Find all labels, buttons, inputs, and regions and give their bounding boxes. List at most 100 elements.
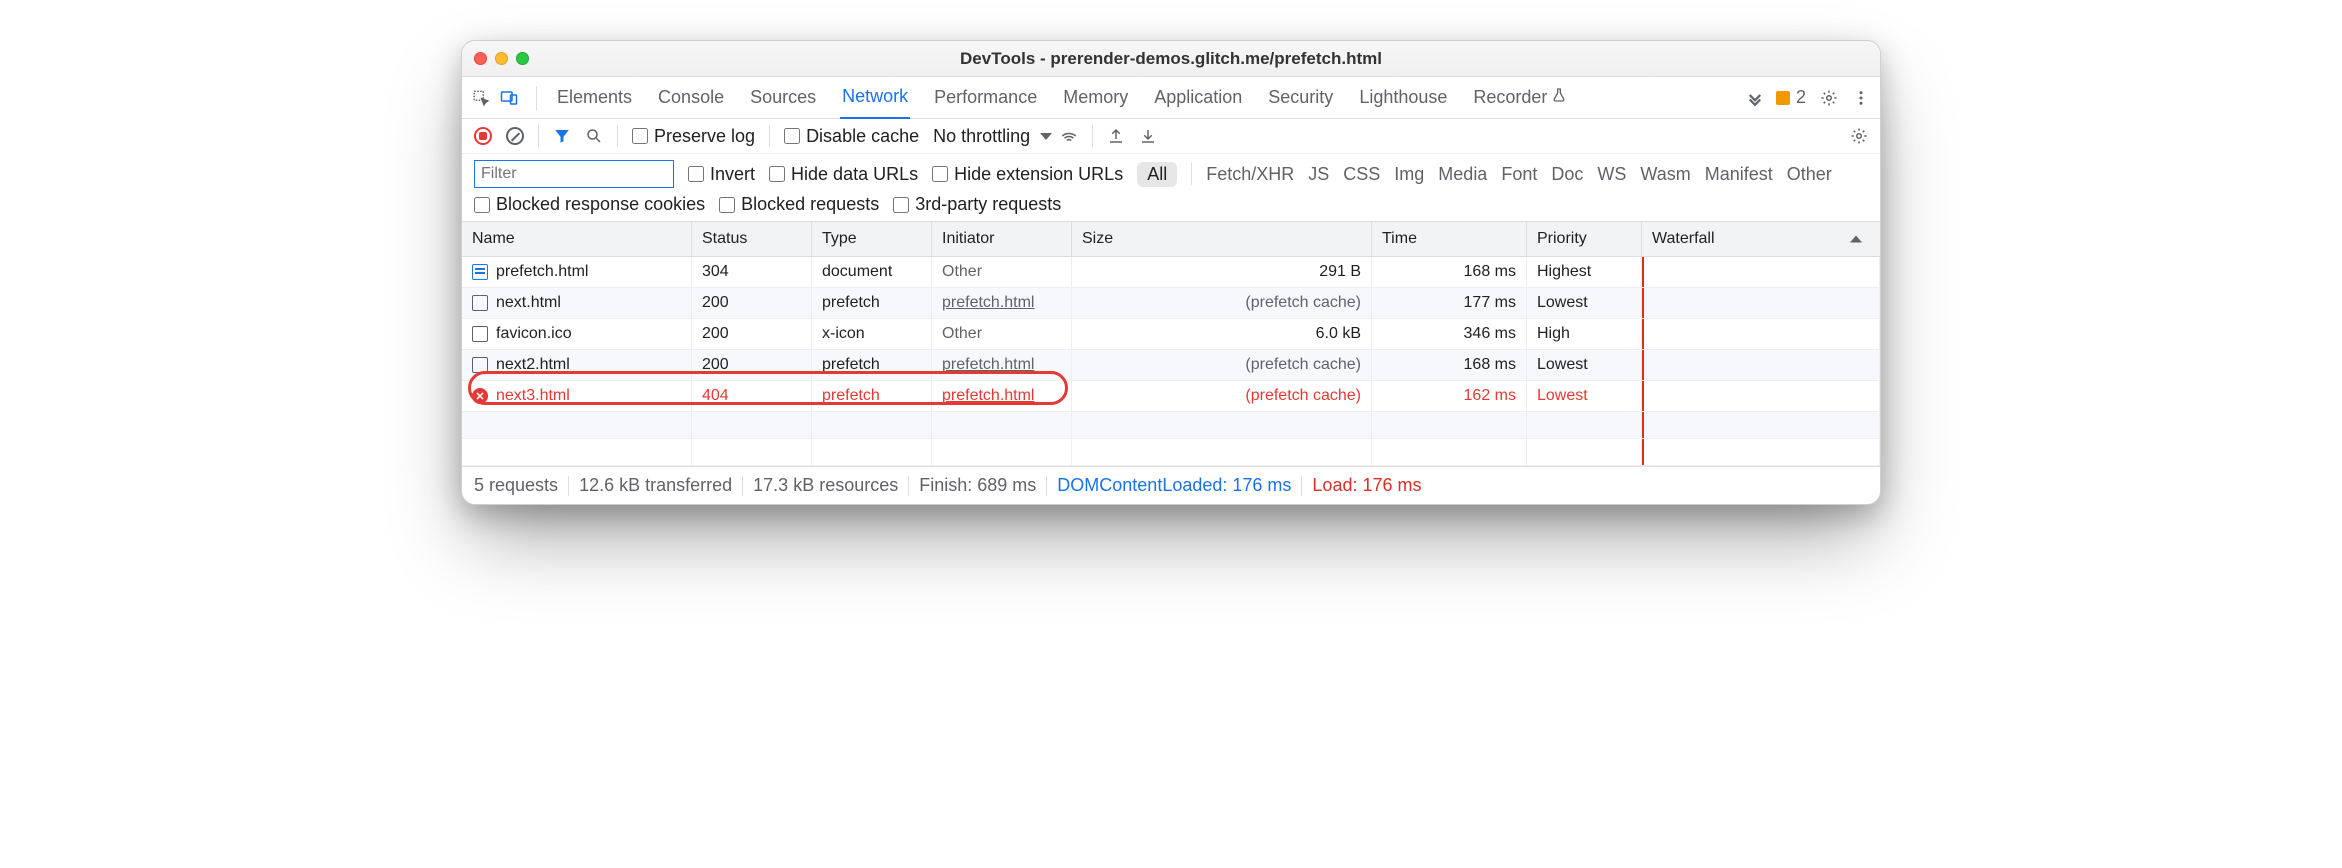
maximize-window[interactable] bbox=[516, 52, 529, 65]
cell-type: prefetch bbox=[812, 288, 932, 318]
status-bar: 5 requests 12.6 kB transferred 17.3 kB r… bbox=[462, 466, 1880, 504]
cell-type: prefetch bbox=[812, 350, 932, 380]
panel-tabs-bar: Elements Console Sources Network Performance… bbox=[462, 77, 1880, 119]
col-status[interactable]: Status bbox=[692, 222, 812, 256]
cell-initiator: Other bbox=[932, 257, 1072, 287]
throttling-select[interactable]: No throttling bbox=[933, 126, 1052, 147]
table-row[interactable]: next2.html200prefetchprefetch.html(prefe… bbox=[462, 350, 1880, 381]
transferred-size: 12.6 kB transferred bbox=[579, 475, 732, 496]
cell-initiator: Other bbox=[932, 319, 1072, 349]
cell-status: 200 bbox=[692, 350, 812, 380]
blocked-requests-checkbox[interactable]: Blocked requests bbox=[719, 194, 879, 215]
resources-size: 17.3 kB resources bbox=[753, 475, 898, 496]
col-initiator[interactable]: Initiator bbox=[932, 222, 1072, 256]
cell-size: (prefetch cache) bbox=[1072, 288, 1372, 318]
disable-cache-checkbox[interactable]: Disable cache bbox=[784, 126, 919, 147]
filter-type-js[interactable]: JS bbox=[1308, 164, 1329, 185]
device-toolbar-icon[interactable] bbox=[500, 89, 518, 107]
settings-icon[interactable] bbox=[1820, 89, 1838, 107]
upload-har-icon[interactable] bbox=[1107, 127, 1125, 145]
tab-sources[interactable]: Sources bbox=[748, 77, 818, 118]
filter-type-media[interactable]: Media bbox=[1438, 164, 1487, 185]
hide-data-urls-checkbox[interactable]: Hide data URLs bbox=[769, 164, 918, 185]
table-row-empty bbox=[462, 439, 1880, 466]
filter-type-manifest[interactable]: Manifest bbox=[1705, 164, 1773, 185]
tab-elements[interactable]: Elements bbox=[555, 77, 634, 118]
filter-type-font[interactable]: Font bbox=[1501, 164, 1537, 185]
filter-toggle-icon[interactable] bbox=[553, 127, 571, 145]
cell-priority: Lowest bbox=[1527, 350, 1642, 380]
minimize-window[interactable] bbox=[495, 52, 508, 65]
filter-type-wasm[interactable]: Wasm bbox=[1640, 164, 1690, 185]
cell-time: 346 ms bbox=[1372, 319, 1527, 349]
cell-type: prefetch bbox=[812, 381, 932, 411]
clear-button[interactable] bbox=[506, 127, 524, 145]
tab-performance[interactable]: Performance bbox=[932, 77, 1039, 118]
hide-extension-urls-checkbox[interactable]: Hide extension URLs bbox=[932, 164, 1123, 185]
issues-indicator[interactable]: 2 bbox=[1776, 87, 1806, 108]
col-type[interactable]: Type bbox=[812, 222, 932, 256]
col-waterfall[interactable]: Waterfall bbox=[1642, 222, 1880, 256]
filter-type-all[interactable]: All bbox=[1137, 162, 1177, 187]
record-button[interactable] bbox=[474, 127, 492, 145]
tab-network[interactable]: Network bbox=[840, 76, 910, 119]
filter-type-ws[interactable]: WS bbox=[1597, 164, 1626, 185]
cell-initiator[interactable]: prefetch.html bbox=[932, 350, 1072, 380]
tab-console[interactable]: Console bbox=[656, 77, 726, 118]
tab-application[interactable]: Application bbox=[1152, 77, 1244, 118]
preserve-log-checkbox[interactable]: Preserve log bbox=[632, 126, 755, 147]
cell-initiator[interactable]: prefetch.html bbox=[932, 288, 1072, 318]
cell-initiator[interactable]: prefetch.html bbox=[932, 381, 1072, 411]
kebab-menu-icon[interactable] bbox=[1852, 89, 1870, 107]
cell-waterfall bbox=[1642, 350, 1880, 380]
filter-type-fetch-xhr[interactable]: Fetch/XHR bbox=[1206, 164, 1294, 185]
cell-status: 304 bbox=[692, 257, 812, 287]
table-header[interactable]: Name Status Type Initiator Size Time Pri… bbox=[462, 222, 1880, 257]
filter-type-other[interactable]: Other bbox=[1787, 164, 1832, 185]
cell-priority: Lowest bbox=[1527, 288, 1642, 318]
blocked-cookies-checkbox[interactable]: Blocked response cookies bbox=[474, 194, 705, 215]
network-settings-icon[interactable] bbox=[1850, 127, 1868, 145]
tab-recorder[interactable]: Recorder bbox=[1471, 77, 1569, 118]
cell-status: 200 bbox=[692, 288, 812, 318]
cell-waterfall bbox=[1642, 257, 1880, 287]
network-conditions-icon[interactable] bbox=[1060, 127, 1078, 145]
third-party-checkbox[interactable]: 3rd-party requests bbox=[893, 194, 1061, 215]
col-priority[interactable]: Priority bbox=[1527, 222, 1642, 256]
table-row[interactable]: prefetch.html304documentOther291 B168 ms… bbox=[462, 257, 1880, 288]
window-title: DevTools - prerender-demos.glitch.me/pre… bbox=[462, 49, 1880, 69]
table-row[interactable]: ✕next3.html404prefetchprefetch.html(pref… bbox=[462, 381, 1880, 412]
cell-type: document bbox=[812, 257, 932, 287]
filter-type-doc[interactable]: Doc bbox=[1551, 164, 1583, 185]
close-window[interactable] bbox=[474, 52, 487, 65]
finish-time: Finish: 689 ms bbox=[919, 475, 1036, 496]
cell-priority: High bbox=[1527, 319, 1642, 349]
devtools-window: DevTools - prerender-demos.glitch.me/pre… bbox=[461, 40, 1881, 505]
filter-type-img[interactable]: Img bbox=[1394, 164, 1424, 185]
resource-icon bbox=[472, 357, 488, 373]
titlebar: DevTools - prerender-demos.glitch.me/pre… bbox=[462, 41, 1880, 77]
cell-status: 404 bbox=[692, 381, 812, 411]
filter-bar-2: Blocked response cookies Blocked request… bbox=[462, 194, 1880, 221]
search-icon[interactable] bbox=[585, 127, 603, 145]
more-tabs-icon[interactable] bbox=[1746, 89, 1764, 107]
cell-priority: Highest bbox=[1527, 257, 1642, 287]
cell-name: ✕next3.html bbox=[462, 381, 692, 411]
col-size[interactable]: Size bbox=[1072, 222, 1372, 256]
cell-name: prefetch.html bbox=[462, 257, 692, 287]
cell-name: favicon.ico bbox=[462, 319, 692, 349]
col-time[interactable]: Time bbox=[1372, 222, 1527, 256]
invert-checkbox[interactable]: Invert bbox=[688, 164, 755, 185]
tab-memory[interactable]: Memory bbox=[1061, 77, 1130, 118]
download-har-icon[interactable] bbox=[1139, 127, 1157, 145]
network-table: Name Status Type Initiator Size Time Pri… bbox=[462, 221, 1880, 466]
inspect-element-icon[interactable] bbox=[472, 89, 490, 107]
tab-security[interactable]: Security bbox=[1266, 77, 1335, 118]
filter-type-css[interactable]: CSS bbox=[1343, 164, 1380, 185]
table-row[interactable]: next.html200prefetchprefetch.html(prefet… bbox=[462, 288, 1880, 319]
col-name[interactable]: Name bbox=[462, 222, 692, 256]
resource-icon bbox=[472, 295, 488, 311]
filter-input[interactable] bbox=[474, 160, 674, 188]
table-row[interactable]: favicon.ico200x-iconOther6.0 kB346 msHig… bbox=[462, 319, 1880, 350]
tab-lighthouse[interactable]: Lighthouse bbox=[1357, 77, 1449, 118]
